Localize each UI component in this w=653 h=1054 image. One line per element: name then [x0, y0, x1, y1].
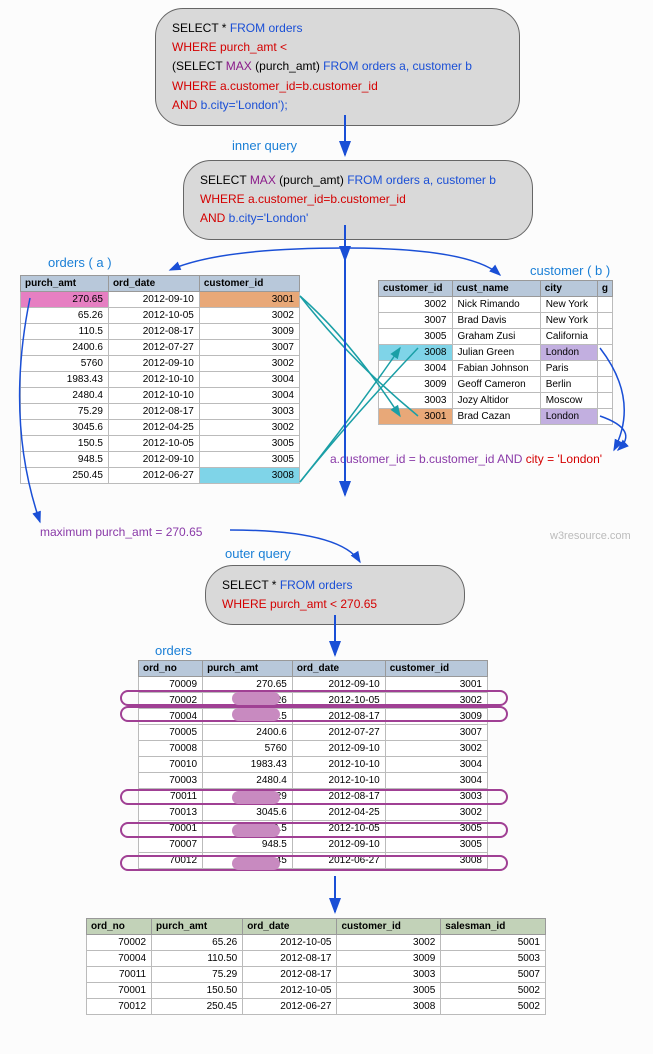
selection-pill	[232, 692, 280, 705]
watermark: w3resource.com	[550, 530, 631, 542]
label-join-condition: a.customer_id = b.customer_id AND city =…	[330, 452, 602, 466]
selection-pill	[232, 791, 280, 804]
table-result: ord_no purch_amt ord_date customer_id sa…	[86, 918, 546, 1015]
selection-ring	[120, 822, 508, 838]
label-outer-query: outer query	[225, 546, 291, 561]
table-customer-b: customer_id cust_name city g 3002Nick Ri…	[378, 280, 613, 425]
selection-pill	[232, 857, 280, 870]
sql-box-full-query: SELECT * FROM orders WHERE purch_amt < (…	[155, 8, 520, 126]
table-orders-a: purch_amt ord_date customer_id 270.65201…	[20, 275, 300, 484]
label-inner-query: inner query	[232, 138, 297, 153]
selection-ring	[120, 706, 508, 722]
label-orders: orders	[155, 643, 192, 658]
label-orders-a: orders ( a )	[48, 255, 112, 270]
selection-pill	[232, 824, 280, 837]
label-max-result: maximum purch_amt = 270.65	[40, 525, 202, 539]
selection-pill	[232, 708, 280, 721]
sql-box-outer-resolved: SELECT * FROM orders WHERE purch_amt < 2…	[205, 565, 465, 625]
label-customer-b: customer ( b )	[530, 263, 610, 278]
selection-ring	[120, 855, 508, 871]
sql-box-inner-query: SELECT MAX (purch_amt) FROM orders a, cu…	[183, 160, 533, 240]
selection-ring	[120, 690, 508, 706]
selection-ring	[120, 789, 508, 805]
